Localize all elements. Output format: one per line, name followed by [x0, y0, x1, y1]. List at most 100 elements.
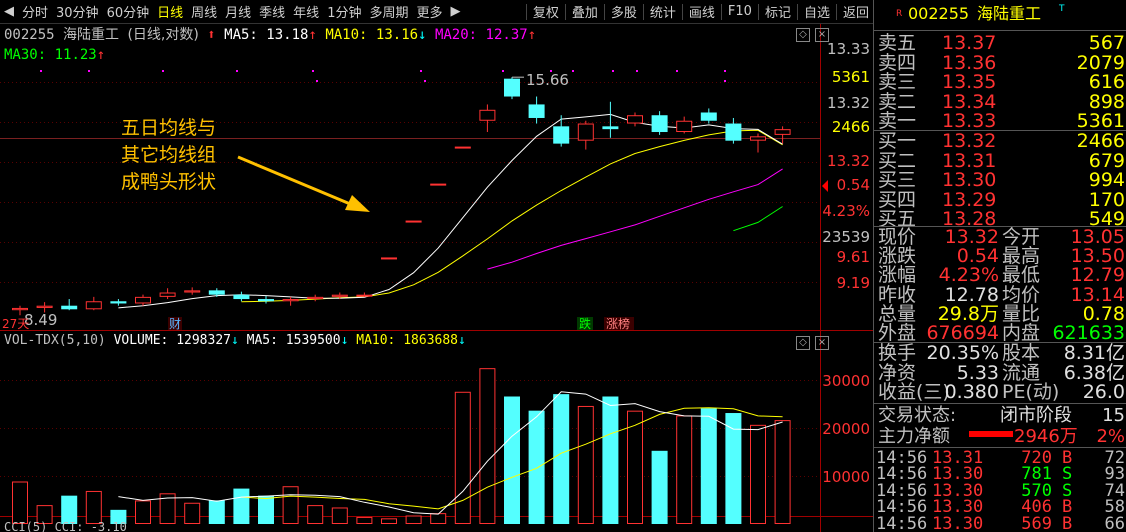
kline-chart[interactable]: 15.66 8.49 五日均线与 其它均线组 成鸭头形状 27天财跌涨榜 13.33 5361…	[0, 24, 873, 532]
volume-close-icon[interactable]: ×	[815, 336, 829, 350]
volume-bar[interactable]	[12, 481, 28, 524]
drop-marker[interactable]: 跌	[579, 316, 591, 331]
volume-bar[interactable]	[602, 396, 619, 525]
volume-bar[interactable]	[750, 424, 766, 525]
volume-bar[interactable]	[774, 420, 791, 524]
volume-bar[interactable]	[331, 507, 348, 525]
toolbar-action-0[interactable]: 复权	[529, 2, 563, 21]
toolbar-action-5[interactable]: F10	[724, 4, 756, 19]
volume-bar[interactable]	[135, 500, 151, 524]
buy-level[interactable]: 买三 13.30 994	[874, 170, 1126, 190]
volume-bar[interactable]	[454, 391, 471, 524]
volume-bar[interactable]	[233, 488, 250, 524]
toolbar-action-6[interactable]: 标记	[761, 2, 795, 21]
volume-bar[interactable]	[528, 410, 545, 524]
volume-bar[interactable]	[553, 394, 570, 524]
candle-body[interactable]	[61, 305, 78, 310]
toolbar-tab-2[interactable]: 60分钟	[103, 2, 154, 21]
candle-body[interactable]	[602, 126, 619, 130]
toolbar-tab-0[interactable]: 分时	[18, 2, 52, 21]
chart-canvas[interactable]: 15.668.49五日均线与其它均线组成鸭头形状27天财跌涨榜13.335361…	[0, 24, 873, 532]
candle-body[interactable]	[36, 305, 53, 308]
candle-body[interactable]	[307, 296, 324, 300]
vol-indicator-name[interactable]: VOL-TDX(5,10)	[4, 333, 106, 348]
candle-body[interactable]	[700, 112, 717, 121]
candle-body[interactable]	[454, 146, 471, 149]
buy-level[interactable]: 买二 13.31 679	[874, 151, 1126, 171]
candle-body[interactable]	[110, 301, 127, 304]
toolbar-action-8[interactable]: 返回	[839, 2, 873, 21]
candle-body[interactable]	[479, 109, 496, 121]
candle-body[interactable]	[676, 120, 693, 133]
candle-body[interactable]	[85, 301, 102, 310]
toolbar-action-1[interactable]: 叠加	[568, 2, 602, 21]
volume-bar[interactable]	[430, 513, 447, 524]
volume-bar[interactable]	[381, 518, 397, 525]
volume-bar[interactable]	[627, 410, 643, 524]
buy-level[interactable]: 买一 13.32 2466	[874, 131, 1126, 151]
candle-body[interactable]	[356, 294, 373, 297]
candle-body[interactable]	[331, 294, 348, 297]
prev-arrow-icon[interactable]: ◀	[0, 4, 18, 19]
candle-body[interactable]	[627, 115, 643, 124]
toolbar-tab-10[interactable]: 更多	[412, 2, 446, 21]
volume-bar[interactable]	[282, 486, 299, 525]
candle-body[interactable]	[651, 115, 668, 133]
volume-bar[interactable]	[184, 502, 201, 524]
volume-bar[interactable]	[85, 490, 102, 525]
volume-bar[interactable]	[258, 495, 274, 524]
close-icon[interactable]: ×	[815, 28, 829, 42]
toolbar-tab-6[interactable]: 季线	[255, 2, 289, 21]
toolbar-tab-4[interactable]: 周线	[187, 2, 221, 21]
volume-bar[interactable]	[405, 515, 422, 524]
volume-bar[interactable]	[307, 505, 324, 525]
candle-body[interactable]	[553, 126, 570, 144]
volume-bar[interactable]	[504, 396, 520, 525]
volume-bar[interactable]	[356, 516, 373, 524]
volume-bar[interactable]	[479, 368, 496, 524]
more-arrow-icon[interactable]: ▶	[447, 4, 465, 19]
candle-body[interactable]	[159, 292, 176, 297]
limit-up-marker[interactable]: 涨榜	[606, 316, 630, 331]
candle-body[interactable]	[381, 257, 397, 260]
toolbar-action-7[interactable]: 自选	[800, 2, 834, 21]
toolbar-action-3[interactable]: 统计	[646, 2, 680, 21]
candle-body[interactable]	[135, 296, 151, 304]
volume-bar[interactable]	[577, 405, 594, 525]
candle-body[interactable]	[774, 129, 791, 135]
toolbar-tab-9[interactable]: 多周期	[365, 2, 412, 21]
sell-level[interactable]: 卖四 13.36 2079	[874, 53, 1126, 73]
candle-body[interactable]	[430, 183, 447, 186]
volume-bar[interactable]	[700, 408, 717, 524]
sell-level[interactable]: 卖一 13.33 5361	[874, 111, 1126, 131]
collapse-icon[interactable]: ◇	[796, 28, 810, 42]
candle-body[interactable]	[258, 299, 274, 302]
toolbar-tab-1[interactable]: 30分钟	[52, 2, 103, 21]
toolbar-tab-3[interactable]: 日线	[153, 2, 187, 21]
candle-body[interactable]	[504, 78, 520, 97]
candle-body[interactable]	[184, 290, 201, 293]
sell-level[interactable]: 卖三 13.35 616	[874, 72, 1126, 92]
candle-body[interactable]	[208, 290, 225, 295]
toolbar-action-2[interactable]: 多股	[607, 2, 641, 21]
sell-level[interactable]: 卖五 13.37 567	[874, 33, 1126, 53]
toolbar-tab-7[interactable]: 年线	[289, 2, 323, 21]
toolbar-tab-5[interactable]: 月线	[221, 2, 255, 21]
candle-body[interactable]	[12, 307, 28, 311]
toolbar-action-4[interactable]: 画线	[685, 2, 719, 21]
buy-level[interactable]: 买四 13.29 170	[874, 190, 1126, 210]
volume-bar[interactable]	[676, 415, 693, 524]
candle-body[interactable]	[725, 123, 742, 141]
volume-bar[interactable]	[208, 500, 225, 524]
volume-collapse-icon[interactable]: ◇	[796, 336, 810, 350]
sell-level[interactable]: 卖二 13.34 898	[874, 92, 1126, 112]
candle-body[interactable]	[750, 136, 766, 141]
candle-body[interactable]	[282, 299, 299, 302]
candle-body[interactable]	[577, 123, 594, 141]
candle-body[interactable]	[233, 294, 250, 300]
candle-body[interactable]	[528, 104, 545, 118]
candle-body[interactable]	[405, 220, 422, 223]
toolbar-tab-8[interactable]: 1分钟	[323, 2, 365, 21]
volume-bar[interactable]	[651, 450, 668, 524]
finance-marker[interactable]: 财	[169, 317, 181, 331]
